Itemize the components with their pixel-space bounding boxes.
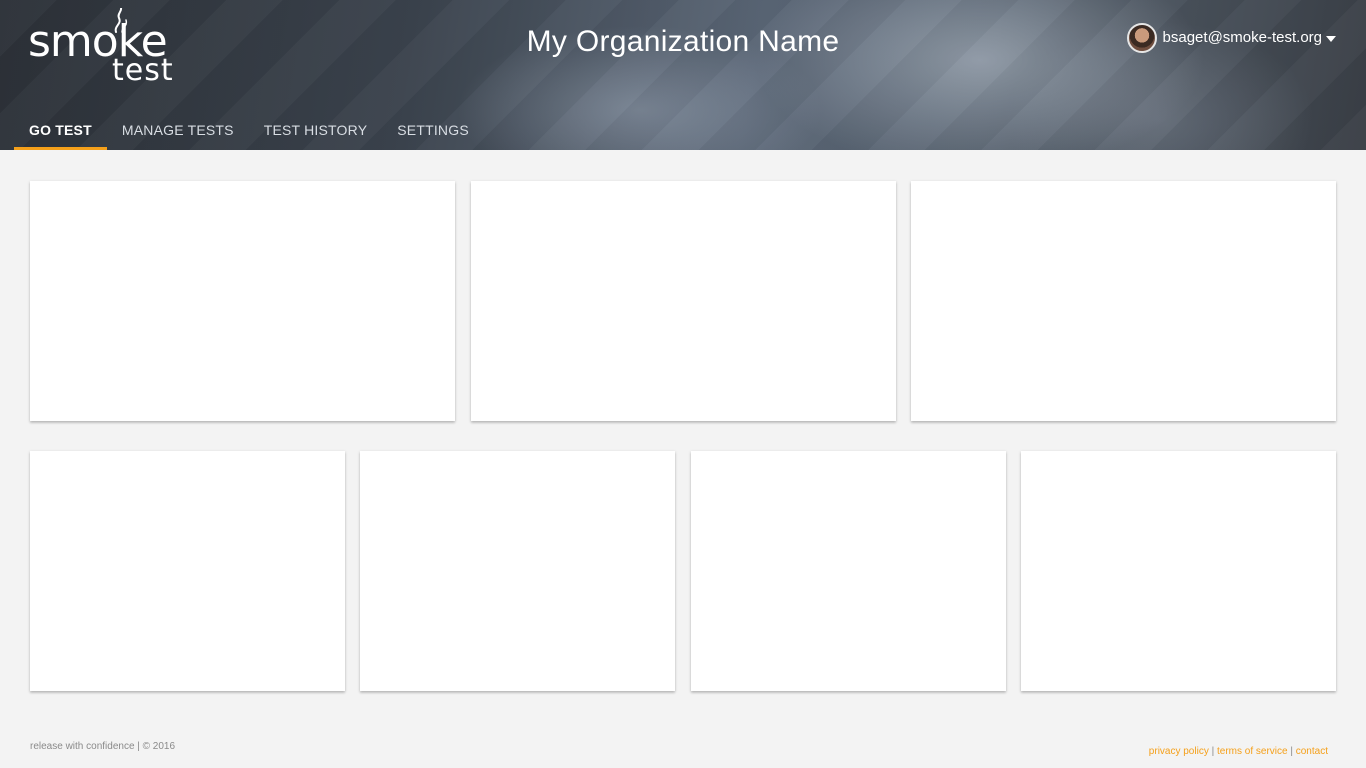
card-row2-2[interactable] — [360, 451, 675, 691]
user-menu[interactable]: bsaget@smoke-test.org — [1126, 23, 1336, 53]
user-email[interactable]: bsaget@smoke-test.org — [1163, 23, 1322, 53]
chevron-down-icon[interactable] — [1326, 36, 1336, 42]
footer-separator: | — [1211, 746, 1215, 757]
card-row2-4[interactable] — [1021, 451, 1336, 691]
main-tabs: GO TEST MANAGE TESTS TEST HISTORY SETTIN… — [14, 110, 484, 150]
card-row1-3[interactable] — [911, 181, 1336, 421]
header-banner: smoke test My Organization Name bsaget@s… — [0, 0, 1366, 150]
card-row1-2[interactable] — [471, 181, 896, 421]
footer-links: privacy policy | terms of service | cont… — [1149, 746, 1328, 757]
tab-go-test[interactable]: GO TEST — [14, 110, 107, 150]
tab-settings[interactable]: SETTINGS — [382, 110, 484, 150]
contact-link[interactable]: contact — [1296, 746, 1328, 757]
avatar[interactable] — [1126, 23, 1157, 53]
footer-separator: | — [1290, 746, 1293, 757]
privacy-policy-link[interactable]: privacy policy — [1149, 746, 1209, 757]
tab-manage-tests[interactable]: MANAGE TESTS — [107, 110, 249, 150]
tab-test-history[interactable]: TEST HISTORY — [249, 110, 383, 150]
footer-tagline: release with confidence | © 2016 — [30, 741, 176, 752]
card-row2-1[interactable] — [30, 451, 345, 691]
card-row1-1[interactable] — [30, 181, 455, 421]
card-row2-3[interactable] — [691, 451, 1006, 691]
terms-of-service-link[interactable]: terms of service — [1217, 746, 1288, 757]
